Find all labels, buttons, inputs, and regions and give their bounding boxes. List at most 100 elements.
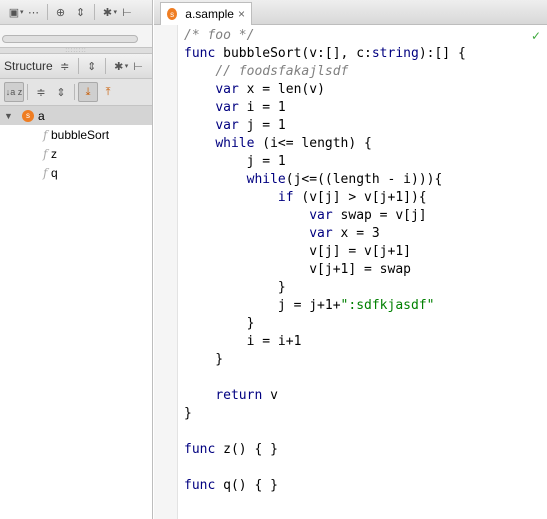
code-line[interactable]: var x = 3 xyxy=(184,225,466,243)
autoscroll-from-source-icon[interactable]: ⤒ xyxy=(98,82,118,102)
collapse-all-icon[interactable]: ⇕ xyxy=(71,2,91,22)
code-token: string xyxy=(371,46,419,61)
code-token: } xyxy=(184,316,255,331)
code-line[interactable]: j = 1 xyxy=(184,153,466,171)
function-icon: f xyxy=(43,127,48,142)
file-type-icon: s xyxy=(167,8,178,20)
code-token: while xyxy=(246,172,286,187)
code-token: x = len(v) xyxy=(238,82,325,97)
code-token: func xyxy=(184,46,216,61)
tree-root-label: a xyxy=(38,108,45,123)
close-icon[interactable]: × xyxy=(238,7,245,21)
dots-icon: ⋯ xyxy=(28,6,40,19)
code-token: i = i+1 xyxy=(184,334,302,349)
code-line[interactable]: } xyxy=(184,351,466,369)
code-line[interactable] xyxy=(184,369,466,387)
code-line[interactable]: j = j+1+":sdfkjasdf" xyxy=(184,297,466,315)
code-line[interactable]: } xyxy=(184,405,466,423)
expand-icon[interactable]: ≑ xyxy=(31,82,51,102)
code-token: (i<= length) { xyxy=(254,136,372,151)
toolbar-divider xyxy=(46,4,48,20)
project-view-area xyxy=(0,25,152,47)
hide-panel-icon[interactable]: ⊢ xyxy=(117,2,137,22)
structure-title: Structure xyxy=(4,59,53,73)
tree-root-node[interactable]: ▼ s a xyxy=(0,106,152,125)
tree-item[interactable]: f q xyxy=(0,163,152,182)
left-tool-window: ▣ ▾ ⋯ ⊕ ⇕ ✱ ▾ ⊢ :::::::: Structure ≑ ⇕ ✱… xyxy=(0,0,153,519)
code-line[interactable]: while(j<=((length - i))){ xyxy=(184,171,466,189)
code-token: j = 1 xyxy=(184,154,286,169)
code-editor[interactable]: ✓ /* foo */ func bubbleSort(v:[], c:strin… xyxy=(178,25,547,519)
code-line[interactable]: func z() { } xyxy=(184,441,466,459)
toolbar-divider xyxy=(104,58,106,74)
panel-splitter[interactable]: :::::::: xyxy=(0,47,152,54)
code-token: swap = v[j] xyxy=(332,208,427,223)
code-line[interactable]: var j = 1 xyxy=(184,117,466,135)
code-line[interactable]: var swap = v[j] xyxy=(184,207,466,225)
code-token: v[j] = v[j+1] xyxy=(184,244,411,259)
structure-tree: ▼ s a f bubbleSort f z f q xyxy=(0,106,152,519)
code-token: (j<=((length - i))){ xyxy=(285,172,443,187)
code-line[interactable]: i = i+1 xyxy=(184,333,466,351)
function-icon: f xyxy=(43,165,48,180)
collapse-icon[interactable]: ⇕ xyxy=(51,82,71,102)
code-token: j = j+1+ xyxy=(184,298,341,313)
code-token: i = 1 xyxy=(238,100,286,115)
expand-all-icon[interactable]: ≑ xyxy=(55,56,75,76)
code-line[interactable]: return v xyxy=(184,387,466,405)
code-token: var xyxy=(215,82,239,97)
code-token: if xyxy=(277,190,294,205)
tree-item-label: bubbleSort xyxy=(51,127,110,142)
autoscroll-to-source-icon[interactable]: ⤓ xyxy=(78,82,98,102)
code-token: func xyxy=(184,442,216,457)
code-line[interactable]: var i = 1 xyxy=(184,99,466,117)
code-line[interactable]: var x = len(v) xyxy=(184,81,466,99)
inspection-ok-icon[interactable]: ✓ xyxy=(531,29,541,43)
expanded-arrow-icon[interactable]: ▼ xyxy=(4,111,22,121)
code-line[interactable]: while (i<= length) { xyxy=(184,135,466,153)
code-line[interactable]: func q() { } xyxy=(184,477,466,495)
code-token: var xyxy=(215,118,239,133)
editor-tab-bar: s a.sample × xyxy=(154,0,547,25)
code-token: (v[j] > v[j+1]){ xyxy=(293,190,427,205)
hide-panel-icon[interactable]: ⊢ xyxy=(128,56,148,76)
code-token: var xyxy=(309,208,333,223)
code-line[interactable]: } xyxy=(184,315,466,333)
code-token: return xyxy=(215,388,263,403)
structure-sort-toolbar: ↓a z ≑ ⇕ ⤓ ⤒ xyxy=(0,79,152,106)
code-line[interactable]: if (v[j] > v[j+1]){ xyxy=(184,189,466,207)
code-token: z() { } xyxy=(215,442,278,457)
tree-item[interactable]: f bubbleSort xyxy=(0,125,152,144)
code-token: q() { } xyxy=(215,478,278,493)
code-line[interactable] xyxy=(184,459,466,477)
code-line[interactable]: func bubbleSort(v:[], c:string):[] { xyxy=(184,45,466,63)
editor-gutter[interactable] xyxy=(154,25,178,519)
code-line[interactable]: // foodsfakajlsdf xyxy=(184,63,466,81)
structure-header: Structure ≑ ⇕ ✱ ▾ ⊢ xyxy=(0,54,152,79)
code-line[interactable]: v[j] = v[j+1] xyxy=(184,243,466,261)
project-toolbar: ▣ ▾ ⋯ ⊕ ⇕ ✱ ▾ ⊢ xyxy=(0,0,152,25)
code-line[interactable] xyxy=(184,423,466,441)
toolbar-divider xyxy=(27,84,28,100)
tree-item-label: q xyxy=(51,165,58,180)
project-horizontal-scrollbar[interactable] xyxy=(2,35,138,43)
editor-scrollbar[interactable] xyxy=(537,47,547,519)
code-line[interactable]: } xyxy=(184,279,466,297)
scroll-from-source-icon[interactable]: ⊕ xyxy=(51,2,71,22)
editor-tab[interactable]: s a.sample × xyxy=(160,2,252,25)
code-text[interactable]: /* foo */ func bubbleSort(v:[], c:string)… xyxy=(184,27,466,495)
code-token: } xyxy=(184,352,224,367)
collapse-icon[interactable]: ⇕ xyxy=(82,56,102,76)
code-line[interactable]: v[j+1] = swap xyxy=(184,261,466,279)
sort-alphabetically-icon[interactable]: ↓a z xyxy=(4,82,24,102)
code-line[interactable]: /* foo */ xyxy=(184,27,466,45)
file-type-icon: s xyxy=(22,109,34,122)
tree-item[interactable]: f z xyxy=(0,144,152,163)
